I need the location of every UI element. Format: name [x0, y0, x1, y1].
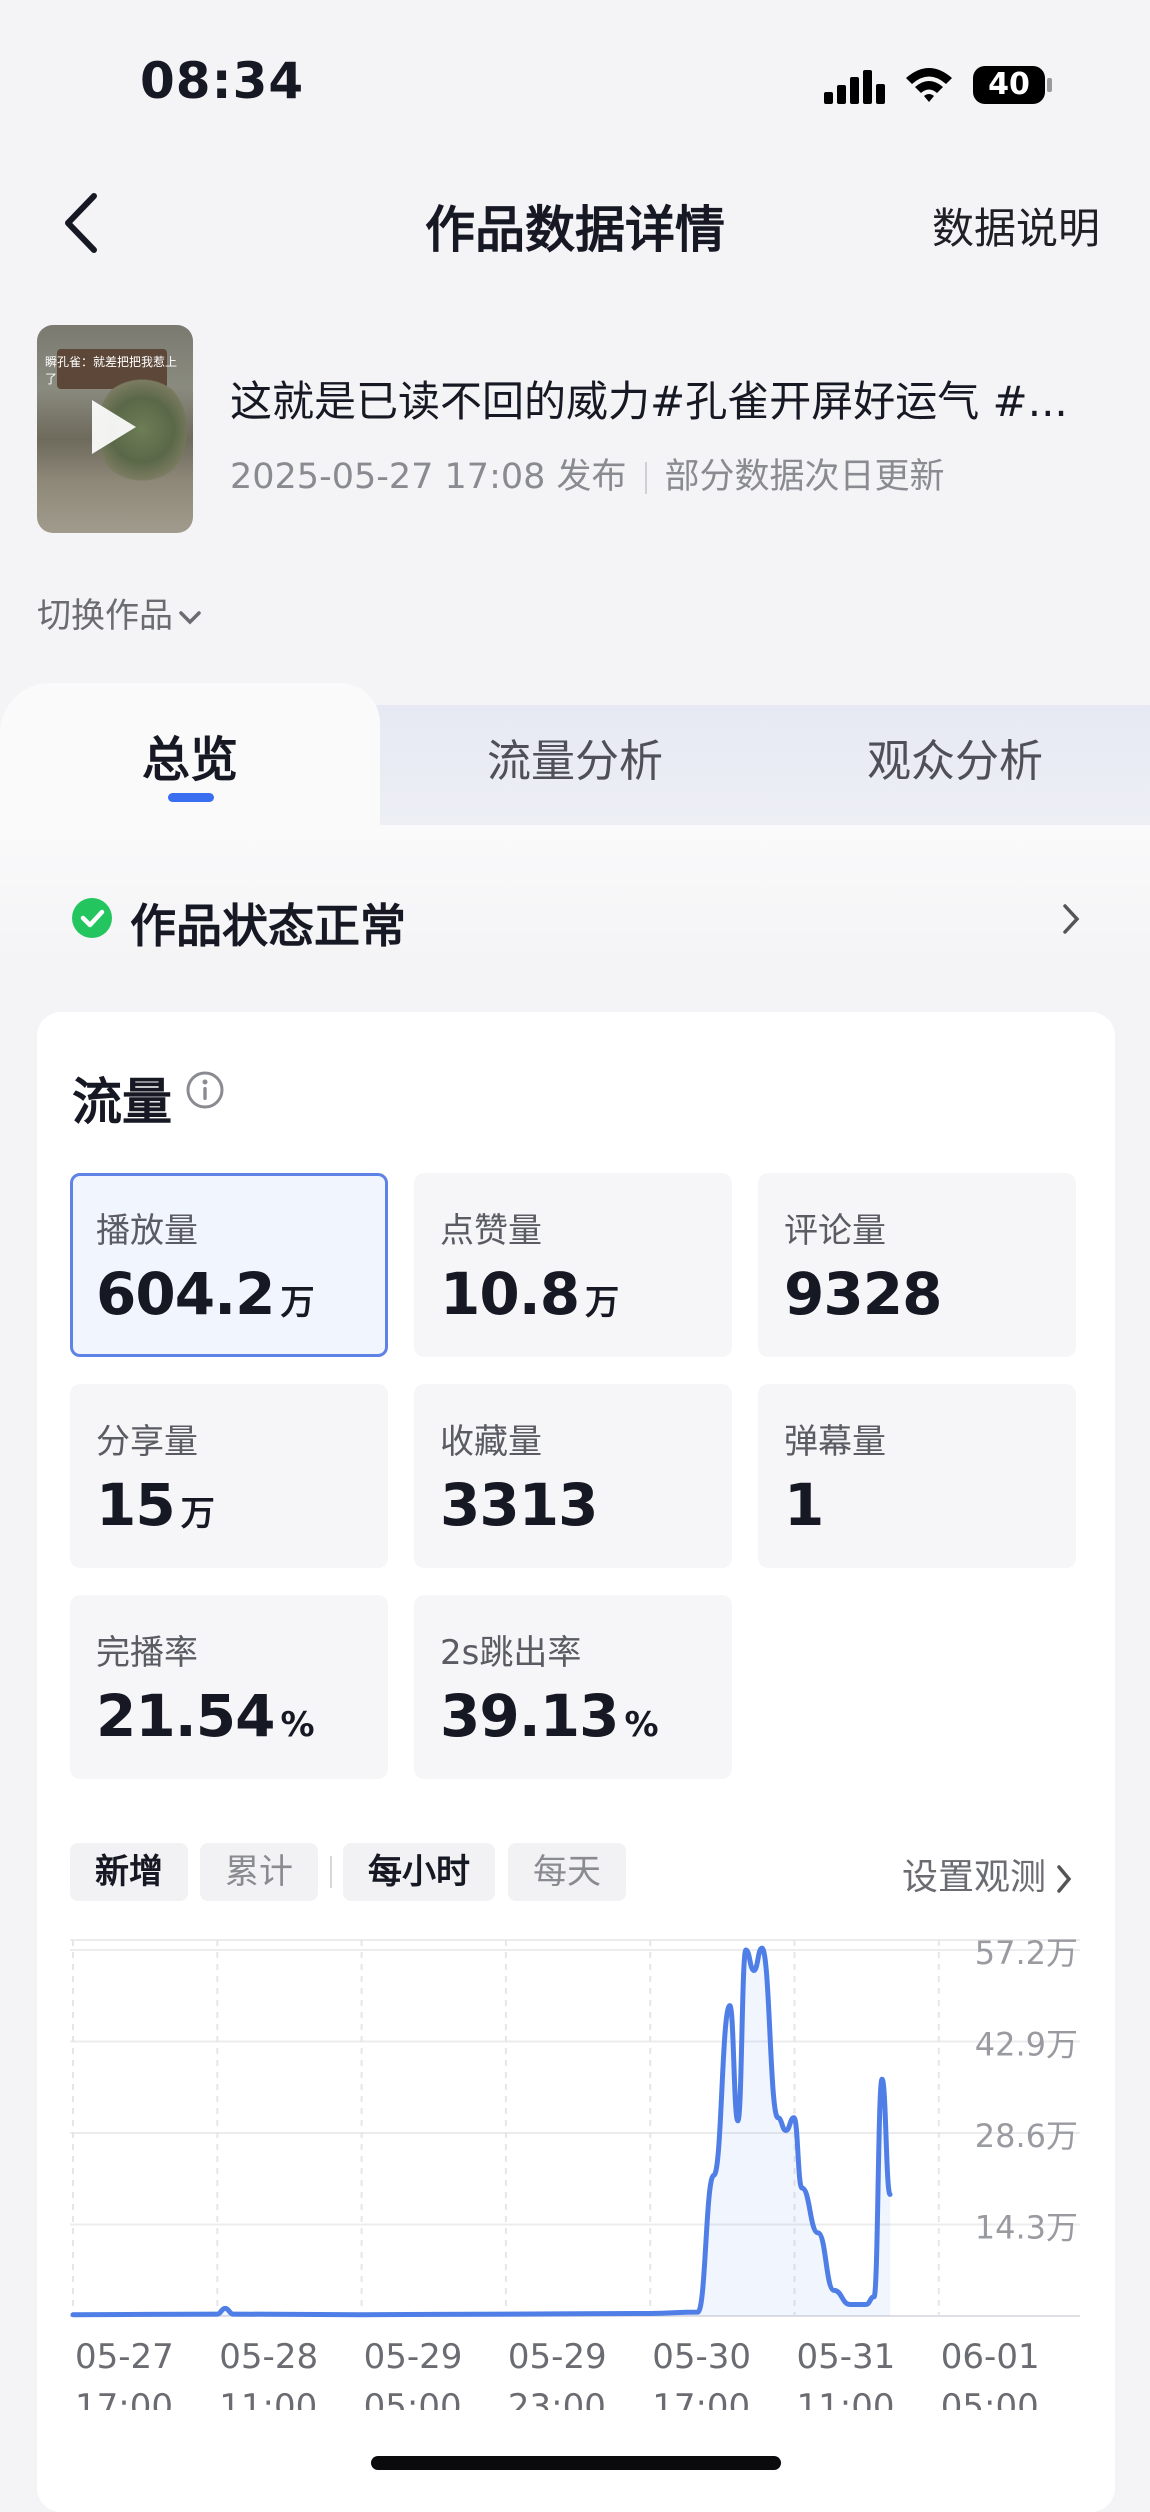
y-tick-label: 28.6万 [975, 2117, 1078, 2155]
y-tick-label: 57.2万 [975, 1934, 1078, 1972]
metric-label: 完播率 [96, 1633, 198, 1673]
battery-level: 40 [988, 67, 1030, 102]
traffic-line-chart[interactable]: 57.2万 42.9万 28.6万 14.3万 05-27 17:00 05-28 11:00… [70, 1930, 1080, 2410]
metric-value: 10.8 万 [440, 1260, 732, 1328]
tab-active-indicator [168, 793, 214, 802]
chevron-right-icon [1063, 904, 1080, 934]
battery-icon: 40 [972, 64, 1054, 106]
back-button[interactable] [58, 190, 104, 256]
switch-work-label: 切换作品 [37, 596, 173, 636]
toggle-daily[interactable]: 每天 [508, 1843, 626, 1901]
metric-label: 弹幕量 [784, 1422, 886, 1462]
x-tick-label-time: 11:00 [219, 2387, 317, 2410]
metric-number: 39.13 [440, 1682, 619, 1750]
metric-value: 21.54% [96, 1682, 388, 1750]
metric-value: 3313 [440, 1471, 732, 1539]
toggle-divider [330, 1856, 332, 1888]
x-tick-label-time: 17:00 [652, 2387, 750, 2410]
metric-label: 收藏量 [440, 1422, 542, 1462]
work-title: 这就是已读不回的威力#孔雀开屏好运气 #... [230, 377, 1068, 426]
metric-favorites[interactable]: 收藏量 3313 [414, 1384, 732, 1568]
toggle-new[interactable]: 新增 [70, 1843, 188, 1901]
x-tick-label-date: 05-28 [219, 2337, 318, 2377]
metric-value: 9328 [784, 1260, 1076, 1328]
work-status-row[interactable]: 作品状态正常 [72, 888, 1082, 953]
metric-unit: 万 [280, 1283, 315, 1323]
cellular-signal-icon [824, 70, 885, 104]
metric-shares[interactable]: 分享量 15 万 [70, 1384, 388, 1568]
x-tick-label-date: 05-27 [75, 2337, 174, 2377]
metric-number: 3313 [440, 1471, 598, 1539]
metric-unit: 万 [180, 1494, 215, 1534]
toggle-cumulative[interactable]: 累计 [200, 1843, 318, 1901]
metric-2s-bounce-rate[interactable]: 2s跳出率 39.13% [414, 1595, 732, 1779]
y-tick-label: 42.9万 [975, 2026, 1078, 2064]
x-tick-label-date: 05-29 [508, 2337, 607, 2377]
metric-danmaku[interactable]: 弹幕量 1 [758, 1384, 1076, 1568]
metric-label: 分享量 [96, 1422, 198, 1462]
y-tick-label: 14.3万 [975, 2209, 1078, 2247]
work-status-text: 作品状态正常 [130, 899, 406, 953]
metric-unit: % [280, 1705, 315, 1745]
metric-label: 评论量 [784, 1211, 886, 1251]
x-tick-label-date: 05-29 [364, 2337, 463, 2377]
data-help-link[interactable]: 数据说明 [932, 195, 1100, 256]
metric-label: 点赞量 [440, 1211, 542, 1251]
tab-traffic-analysis[interactable]: 流量分析 [430, 725, 720, 789]
x-tick-label-date: 06-01 [941, 2337, 1040, 2377]
tab-overview[interactable]: 总览 [0, 720, 380, 790]
metric-number: 1 [784, 1471, 824, 1539]
x-tick-label-time: 11:00 [797, 2387, 895, 2410]
x-tick-label-time: 17:00 [75, 2387, 173, 2410]
publish-time: 2025-05-27 17:08 发布 [230, 457, 627, 497]
update-note: 部分数据次日更新 [664, 457, 945, 497]
x-tick-label-time: 23:00 [508, 2387, 606, 2410]
metric-number: 604.2 [96, 1260, 275, 1328]
play-icon [92, 400, 136, 454]
chevron-right-icon [1057, 1865, 1072, 1893]
metric-likes[interactable]: 点赞量 10.8 万 [414, 1173, 732, 1357]
metric-unit: 万 [585, 1283, 620, 1323]
card-title: 流量 [72, 1073, 172, 1131]
metric-number: 9328 [784, 1260, 942, 1328]
chevron-down-icon [179, 610, 201, 624]
x-tick-label-date: 05-31 [797, 2337, 896, 2377]
metric-number: 15 [96, 1471, 176, 1539]
info-icon[interactable] [185, 1070, 225, 1110]
tab-audience-analysis[interactable]: 观众分析 [810, 725, 1100, 789]
x-tick-label-date: 05-30 [652, 2337, 751, 2377]
x-tick-label-time: 05:00 [364, 2387, 462, 2410]
metric-value: 604.2 万 [96, 1260, 385, 1328]
x-tick-label-time: 05:00 [941, 2387, 1039, 2410]
metric-label: 2s跳出率 [440, 1633, 582, 1673]
home-indicator [371, 2456, 781, 2470]
switch-work-button[interactable]: 切换作品 [37, 588, 203, 637]
metric-unit: % [624, 1705, 659, 1745]
metric-plays[interactable]: 播放量 604.2 万 [70, 1173, 388, 1357]
status-time: 08:34 [140, 52, 305, 110]
work-meta: 2025-05-27 17:08 发布 部分数据次日更新 [230, 448, 945, 499]
work-thumbnail[interactable]: 瞬孔雀：就差把把我惹上了 [37, 325, 193, 533]
metric-label: 播放量 [96, 1211, 198, 1251]
metric-number: 21.54 [96, 1682, 275, 1750]
metric-value: 39.13% [440, 1682, 732, 1750]
metric-value: 15 万 [96, 1471, 388, 1539]
meta-divider [644, 462, 647, 494]
set-observation-button[interactable]: 设置观测 [902, 1848, 1074, 1900]
metric-value: 1 [784, 1471, 1076, 1539]
metric-completion-rate[interactable]: 完播率 21.54% [70, 1595, 388, 1779]
metric-number: 10.8 [440, 1260, 580, 1328]
thumbnail-caption: 瞬孔雀：就差把把我惹上了 [45, 355, 178, 386]
metric-comments[interactable]: 评论量 9328 [758, 1173, 1076, 1357]
toggle-hourly[interactable]: 每小时 [343, 1843, 495, 1901]
check-circle-icon [72, 898, 112, 938]
set-observation-label: 设置观测 [901, 1857, 1046, 1898]
wifi-icon [906, 68, 952, 102]
